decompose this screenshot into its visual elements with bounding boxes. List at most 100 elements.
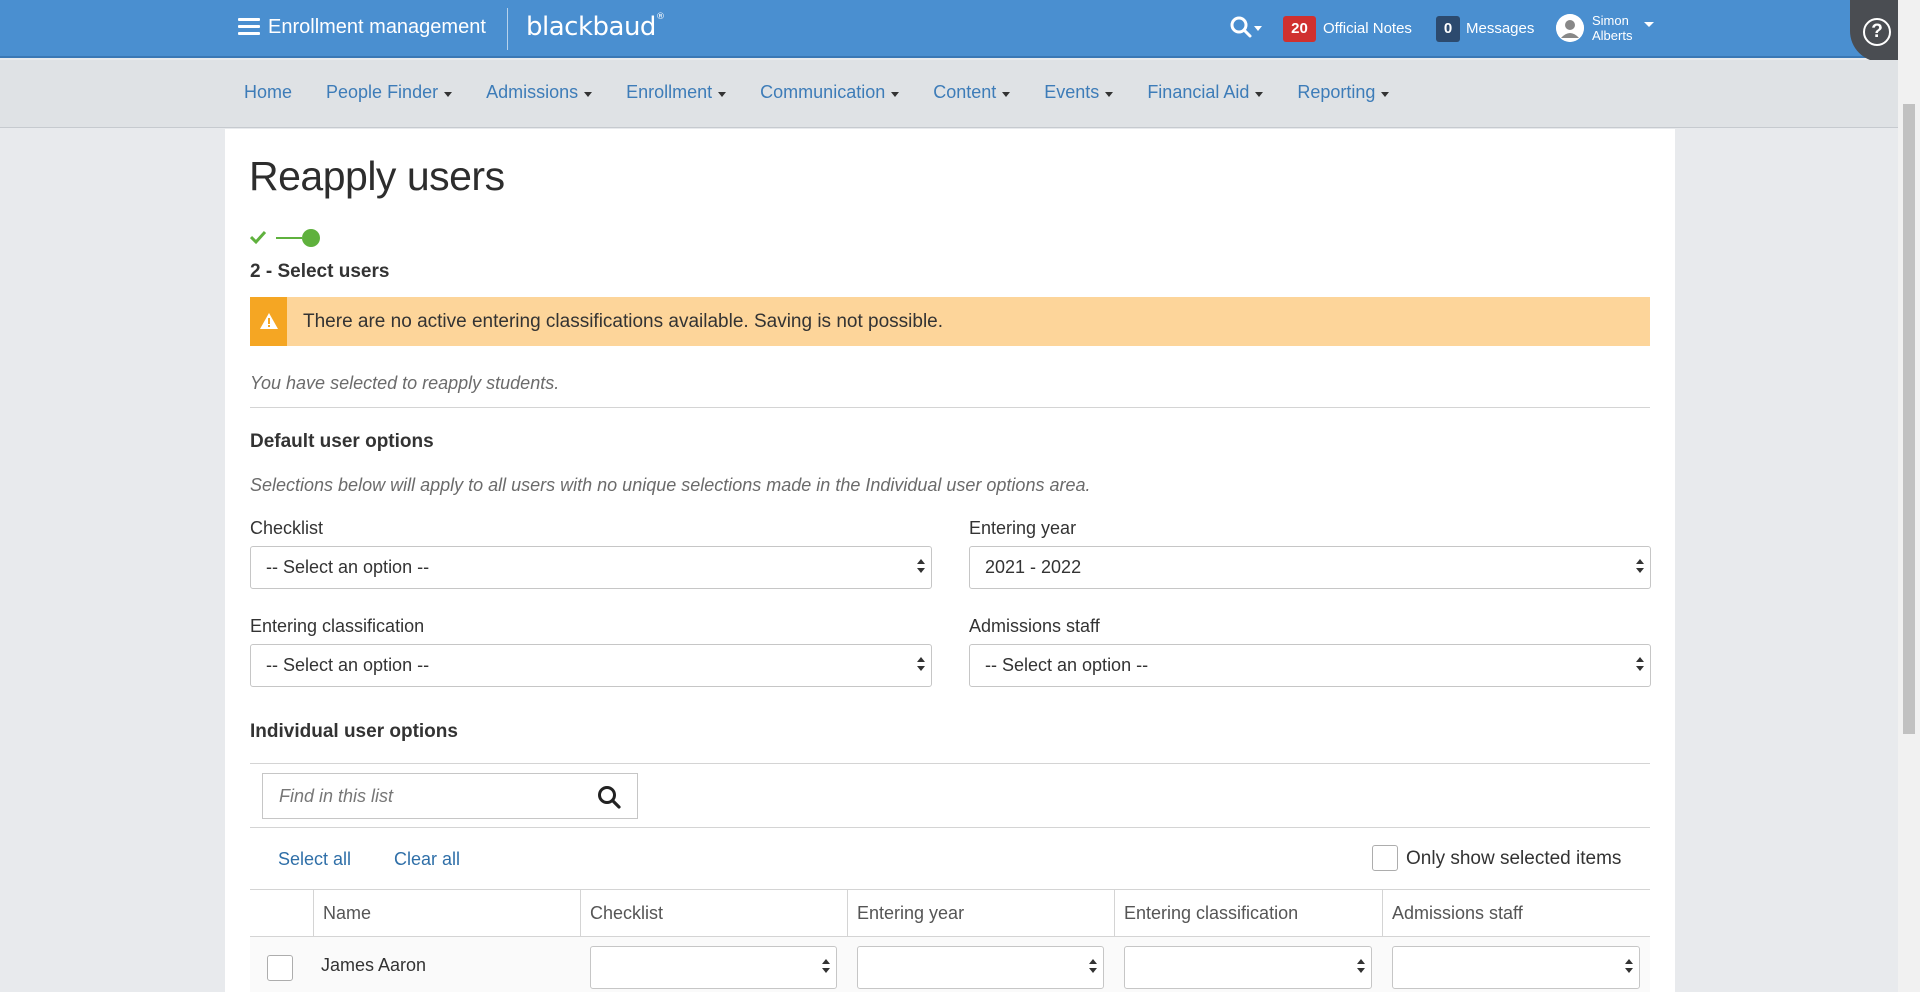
page-title: Reapply users	[249, 153, 505, 199]
nav-item-label: Enrollment	[626, 82, 713, 102]
user-menu-caret-icon[interactable]	[1644, 22, 1654, 27]
select-arrows-icon	[1089, 959, 1097, 975]
user-name[interactable]: Simon Alberts	[1592, 13, 1632, 43]
nav-item-label: Home	[244, 82, 293, 102]
user-last-name: Alberts	[1592, 28, 1633, 43]
only-selected-label[interactable]: Only show selected items	[1406, 848, 1621, 870]
user-first-name: Simon	[1592, 13, 1629, 28]
checklist-select[interactable]: -- Select an option --	[250, 546, 932, 589]
row-checklist-select[interactable]	[590, 946, 837, 989]
divider	[250, 827, 1650, 828]
table-row: James Aaron	[250, 937, 1650, 992]
row-checkbox[interactable]	[267, 955, 293, 981]
nav-item-reporting[interactable]: Reporting	[1297, 82, 1390, 103]
header-entering-classification[interactable]: Entering classification	[1114, 890, 1382, 936]
caret-down-icon	[891, 91, 900, 97]
select-all-link[interactable]: Select all	[278, 849, 351, 870]
select-arrows-icon	[822, 959, 830, 975]
nav-item-events[interactable]: Events	[1044, 82, 1114, 103]
nav-item-people-finder[interactable]: People Finder	[326, 82, 453, 103]
messages-link[interactable]: Messages	[1466, 20, 1534, 37]
only-selected-checkbox[interactable]	[1372, 845, 1398, 871]
nav-item-label: Events	[1044, 82, 1100, 102]
row-admissions-staff-select[interactable]	[1392, 946, 1640, 989]
entering-year-select[interactable]: 2021 - 2022	[969, 546, 1651, 589]
nav-item-label: Reporting	[1297, 82, 1376, 102]
header-admissions-staff[interactable]: Admissions staff	[1382, 890, 1650, 936]
official-notes-link[interactable]: Official Notes	[1323, 20, 1412, 37]
table-header: Name Checklist Entering year Entering cl…	[250, 889, 1650, 937]
entering-classification-select[interactable]: -- Select an option --	[250, 644, 932, 687]
nav-item-label: Financial Aid	[1147, 82, 1250, 102]
individual-options-heading: Individual user options	[250, 721, 458, 742]
scrollbar-thumb[interactable]	[1903, 104, 1915, 734]
checklist-select-value: -- Select an option --	[266, 557, 430, 577]
row-entering-classification-select[interactable]	[1124, 946, 1372, 989]
checklist-label: Checklist	[250, 518, 324, 538]
caret-down-icon	[584, 91, 593, 97]
nav-item-content[interactable]: Content	[933, 82, 1011, 103]
select-arrows-icon	[1636, 657, 1644, 673]
entering-year-label: Entering year	[969, 518, 1077, 538]
user-avatar-icon[interactable]	[1556, 14, 1584, 42]
search-icon[interactable]	[1230, 16, 1264, 40]
entering-year-select-value: 2021 - 2022	[985, 557, 1082, 577]
header-entering-year[interactable]: Entering year	[847, 890, 1114, 936]
nav-item-label: Admissions	[486, 82, 579, 102]
caret-down-icon	[718, 91, 727, 97]
top-bar: Enrollment management blackbaud® 20 Offi…	[0, 0, 1898, 58]
main-panel: Reapply users 2 - Select users There are…	[225, 129, 1675, 992]
step-complete-check-icon	[249, 230, 267, 245]
nav-item-label: Content	[933, 82, 997, 102]
search-icon[interactable]	[597, 785, 621, 814]
official-notes-badge[interactable]: 20	[1283, 16, 1316, 42]
messages-badge[interactable]: 0	[1436, 16, 1460, 42]
header-name[interactable]: Name	[313, 890, 580, 936]
list-search-input[interactable]	[263, 774, 583, 818]
default-options-description: Selections below will apply to all users…	[250, 475, 1091, 495]
nav-item-home[interactable]: Home	[244, 82, 292, 103]
row-name: James Aaron	[321, 955, 427, 975]
caret-down-icon	[444, 91, 453, 97]
entering-classification-label: Entering classification	[250, 616, 425, 636]
hamburger-menu-icon[interactable]	[238, 18, 260, 36]
header-select-column	[250, 890, 313, 936]
entering-classification-select-value: -- Select an option --	[266, 655, 430, 675]
select-arrows-icon	[1625, 959, 1633, 975]
caret-down-icon	[1381, 91, 1390, 97]
alert-text: There are no active entering classificat…	[303, 311, 944, 332]
step-progress	[249, 228, 330, 248]
header-checklist[interactable]: Checklist	[580, 890, 847, 936]
warning-icon	[250, 297, 287, 346]
nav-item-enrollment[interactable]: Enrollment	[626, 82, 727, 103]
default-options-heading: Default user options	[250, 431, 434, 452]
admissions-staff-label: Admissions staff	[969, 616, 1100, 636]
warning-alert: There are no active entering classificat…	[250, 297, 1650, 346]
step-label: 2 - Select users	[250, 261, 390, 282]
admissions-staff-select-value: -- Select an option --	[985, 655, 1149, 675]
select-arrows-icon	[1636, 559, 1644, 575]
nav-item-financial-aid[interactable]: Financial Aid	[1147, 82, 1264, 103]
select-arrows-icon	[917, 559, 925, 575]
caret-down-icon	[1105, 91, 1114, 97]
row-entering-year-select[interactable]	[857, 946, 1104, 989]
nav-item-admissions[interactable]: Admissions	[486, 82, 593, 103]
clear-all-link[interactable]: Clear all	[394, 849, 460, 870]
step-current-dot	[302, 229, 320, 247]
nav-item-label: People Finder	[326, 82, 439, 102]
intro-text: You have selected to reapply students.	[250, 373, 560, 393]
divider	[250, 763, 1650, 764]
nav-item-label: Communication	[760, 82, 886, 102]
brand-name: blackbaud	[526, 12, 656, 42]
app-title[interactable]: Enrollment management	[268, 16, 486, 39]
help-icon: ?	[1863, 18, 1891, 46]
list-search	[262, 773, 638, 819]
nav-item-communication[interactable]: Communication	[760, 82, 900, 103]
select-arrows-icon	[1357, 959, 1365, 975]
admissions-staff-select[interactable]: -- Select an option --	[969, 644, 1651, 687]
caret-down-icon	[1255, 91, 1264, 97]
select-arrows-icon	[917, 657, 925, 673]
nav-list: Home People Finder Admissions Enrollment Com…	[244, 82, 1423, 103]
title-divider	[507, 8, 508, 50]
caret-down-icon	[1002, 91, 1011, 97]
